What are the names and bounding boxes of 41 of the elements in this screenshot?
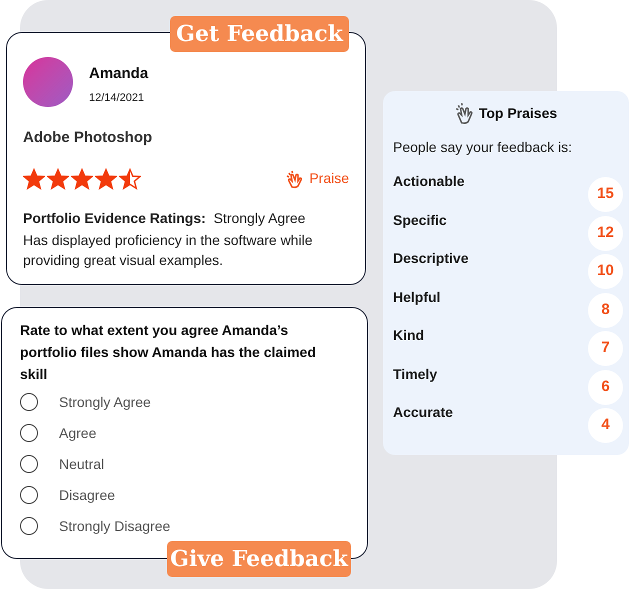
praise-label: Descriptive <box>393 249 468 268</box>
radio-button[interactable] <box>20 393 38 411</box>
praise-count: 4 <box>588 408 623 443</box>
star-icon <box>119 168 141 190</box>
rating-line: Portfolio Evidence Ratings: Strongly Agree <box>23 208 306 228</box>
panel-title: Top Praises <box>478 104 558 123</box>
star-icon <box>95 168 117 190</box>
option-label[interactable]: Strongly Disagree <box>59 516 170 536</box>
praise-count: 7 <box>588 331 623 366</box>
radio-button[interactable] <box>20 455 38 473</box>
praise-label: Accurate <box>393 403 453 422</box>
option-label[interactable]: Agree <box>59 422 96 444</box>
star-icon <box>47 168 69 190</box>
praise-count: 15 <box>588 177 623 212</box>
radio-button[interactable] <box>20 424 38 442</box>
praise-label: Actionable <box>393 172 465 191</box>
comment-text: Has displayed proficiency in the software while providing great visual examples. <box>23 230 314 270</box>
avatar <box>23 57 73 107</box>
praise-label: Kind <box>393 326 424 345</box>
get-feedback-label: Get Feedback <box>170 16 349 52</box>
praise-count: 10 <box>588 254 623 289</box>
review-date: 12/14/2021 <box>89 90 146 106</box>
radio-button[interactable] <box>20 517 38 535</box>
praise-button[interactable]: Praise <box>286 168 349 189</box>
praise-count: 6 <box>588 370 623 404</box>
option-label[interactable]: Strongly Agree <box>59 392 151 412</box>
give-feedback-label: Give Feedback <box>167 541 351 577</box>
panel-subtitle: People say your feedback is: <box>393 138 573 157</box>
radio-button[interactable] <box>20 486 38 504</box>
question-text: Rate to what extent you agree Amanda’s portfolio files show Amanda has the claimed skill <box>20 321 317 384</box>
praise-count: 8 <box>588 292 623 328</box>
praise-count: 12 <box>588 216 623 250</box>
praise-label: Timely <box>393 364 438 384</box>
option-label[interactable]: Neutral <box>59 454 104 474</box>
star-icon <box>23 168 45 190</box>
reviewer-name: Amanda <box>89 64 148 84</box>
star-icon <box>71 168 93 190</box>
option-label[interactable]: Disagree <box>59 484 116 506</box>
praise-label: Specific <box>393 210 447 230</box>
praise-label: Helpful <box>393 288 440 307</box>
skill-title: Adobe Photoshop <box>23 128 154 148</box>
